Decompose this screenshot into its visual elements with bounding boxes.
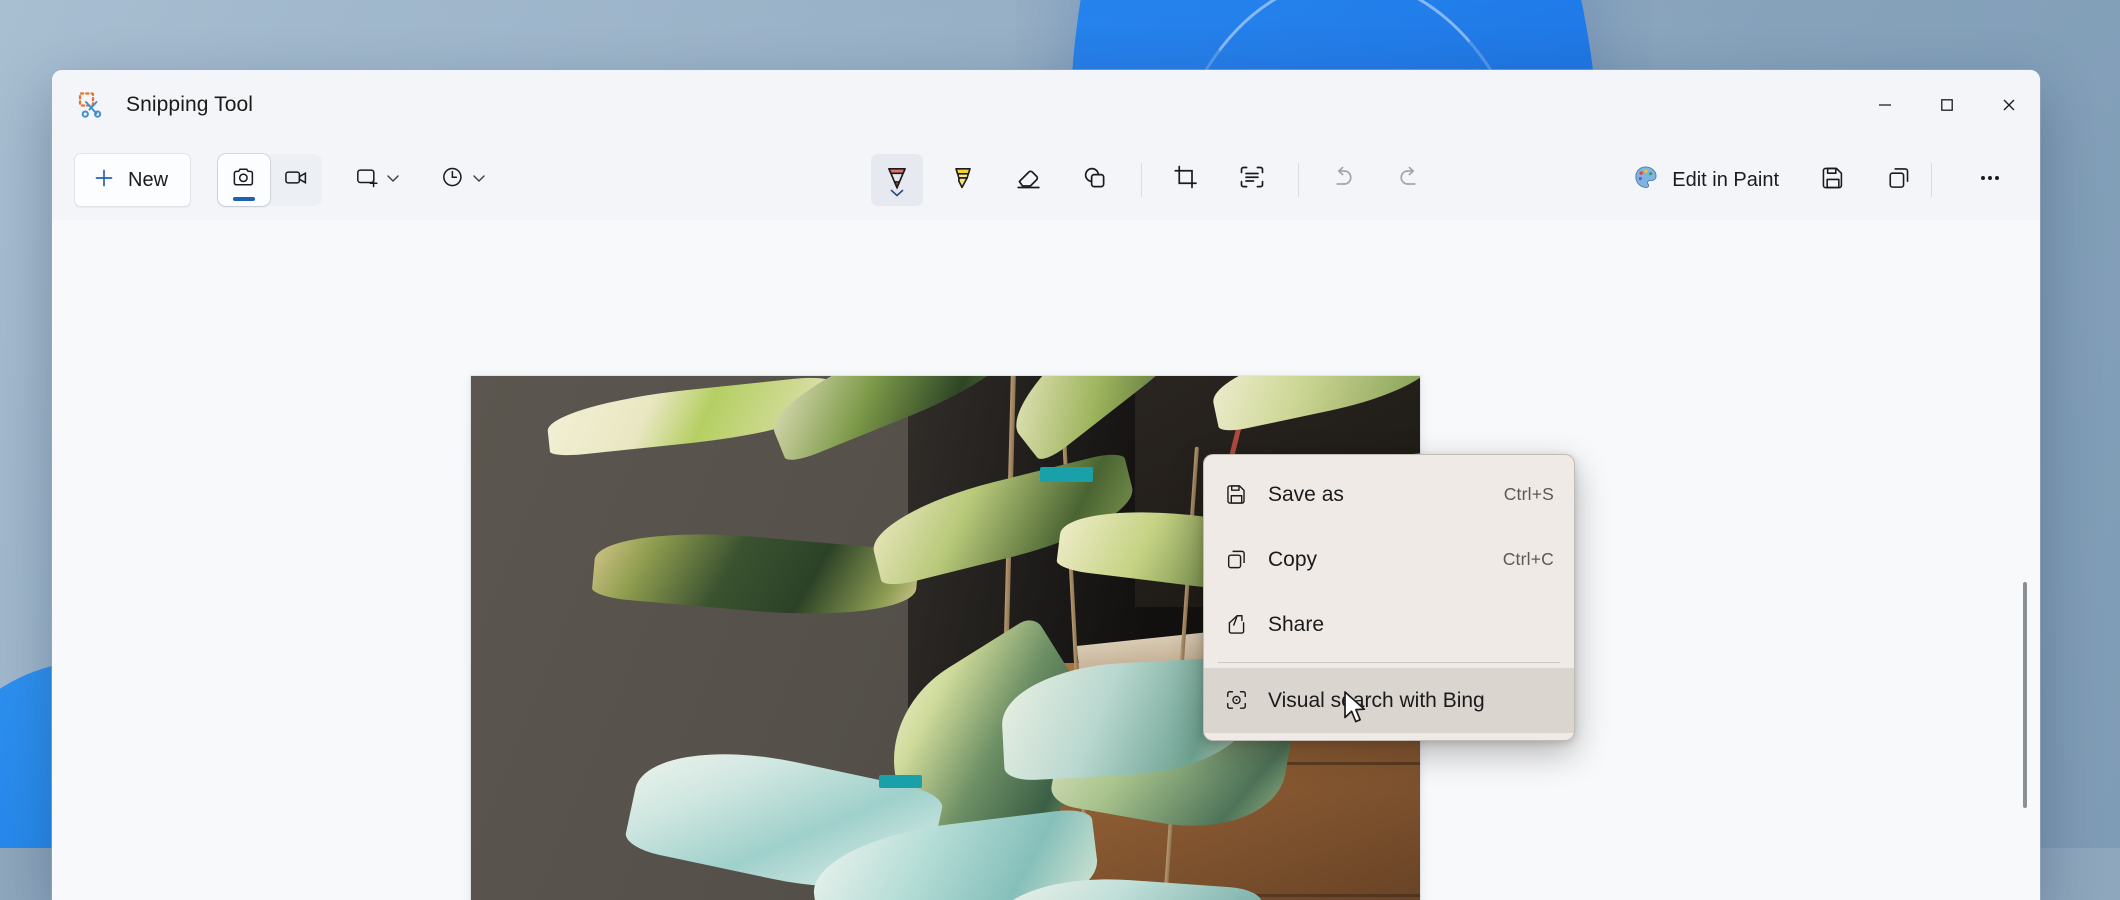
context-menu-label: Visual search with Bing <box>1268 689 1485 713</box>
snipping-tool-window: Snipping Tool New <box>52 70 2040 900</box>
maximize-button[interactable] <box>1916 70 1978 140</box>
context-menu-item-visual-search[interactable]: Visual search with Bing <box>1204 668 1574 733</box>
edit-in-paint-label: Edit in Paint <box>1672 169 1779 192</box>
plus-icon <box>93 167 115 194</box>
main-toolbar: New <box>52 140 2040 221</box>
context-menu-shortcut: Ctrl+C <box>1503 549 1554 570</box>
crop-icon <box>1171 163 1201 198</box>
context-menu-label: Save as <box>1268 483 1344 507</box>
window-controls <box>1854 70 2040 140</box>
text-actions-tool[interactable] <box>1226 154 1278 206</box>
snip-shape-dropdown[interactable] <box>348 154 408 206</box>
context-menu-item-save-as[interactable]: Save as Ctrl+S <box>1204 462 1574 527</box>
highlighter-icon <box>948 163 978 198</box>
more-ellipsis-icon <box>1976 164 2004 197</box>
toolbar-separator <box>1931 163 1932 197</box>
context-menu-shortcut: Ctrl+S <box>1504 484 1554 505</box>
undo-button[interactable] <box>1317 154 1369 206</box>
screenshot-mode-button[interactable] <box>218 154 270 206</box>
vertical-scrollbar[interactable] <box>2023 582 2027 808</box>
close-button[interactable] <box>1978 70 2040 140</box>
save-floppy-icon <box>1224 482 1258 507</box>
copy-icon <box>1885 164 1913 197</box>
shapes-tool[interactable] <box>1069 154 1121 206</box>
snipping-tool-icon <box>76 90 106 120</box>
visual-search-icon <box>1224 688 1258 713</box>
snip-canvas[interactable] <box>52 220 2040 900</box>
toolbar-separator <box>1141 163 1142 197</box>
eraser-icon <box>1014 163 1044 198</box>
video-record-mode-button[interactable] <box>270 154 322 206</box>
video-camera-icon <box>283 164 310 196</box>
toolbar-edit-tools-group <box>871 154 1449 206</box>
paint-palette-icon <box>1632 164 1659 196</box>
context-menu-label: Share <box>1268 613 1324 637</box>
rectangle-snip-icon <box>354 164 381 196</box>
scrollbar-thumb[interactable] <box>2023 582 2027 808</box>
more-options-button[interactable] <box>1964 154 2016 206</box>
toolbar-left-group: New <box>74 153 494 207</box>
crop-tool[interactable] <box>1160 154 1212 206</box>
chevron-down-icon <box>470 169 488 192</box>
redo-button[interactable] <box>1383 154 1435 206</box>
context-menu-item-share[interactable]: Share <box>1204 592 1574 657</box>
context-menu-label: Copy <box>1268 548 1317 572</box>
text-actions-icon <box>1237 163 1267 198</box>
title-bar: Snipping Tool <box>52 70 2040 140</box>
edit-in-paint-button[interactable]: Edit in Paint <box>1618 154 1793 206</box>
share-icon <box>1224 612 1258 637</box>
redo-icon <box>1394 163 1424 198</box>
highlighter-tool[interactable] <box>937 154 989 206</box>
toolbar-separator <box>1298 163 1299 197</box>
context-menu-divider <box>1218 662 1560 663</box>
context-menu-item-copy[interactable]: Copy Ctrl+C <box>1204 527 1574 592</box>
clock-icon <box>440 164 467 196</box>
shapes-icon <box>1080 163 1110 198</box>
eraser-tool[interactable] <box>1003 154 1055 206</box>
ballpoint-pen-tool[interactable] <box>871 154 923 206</box>
toolbar-right-group: Edit in Paint <box>1618 154 2016 206</box>
new-snip-label: New <box>128 169 168 192</box>
mouse-cursor <box>1342 690 1368 726</box>
copy-button[interactable] <box>1873 154 1925 206</box>
chevron-down-icon <box>384 169 402 192</box>
context-menu: Save as Ctrl+S Copy Ctrl+C <box>1203 454 1575 741</box>
capture-mode-toggle <box>218 154 322 206</box>
copy-icon <box>1224 547 1258 572</box>
save-button[interactable] <box>1807 154 1859 206</box>
chevron-down-icon <box>889 185 906 203</box>
delay-timer-dropdown[interactable] <box>434 154 494 206</box>
window-title: Snipping Tool <box>126 93 253 117</box>
camera-icon <box>231 164 258 196</box>
save-floppy-icon <box>1819 164 1847 197</box>
new-snip-button[interactable]: New <box>74 153 191 207</box>
undo-icon <box>1328 163 1358 198</box>
minimize-button[interactable] <box>1854 70 1916 140</box>
